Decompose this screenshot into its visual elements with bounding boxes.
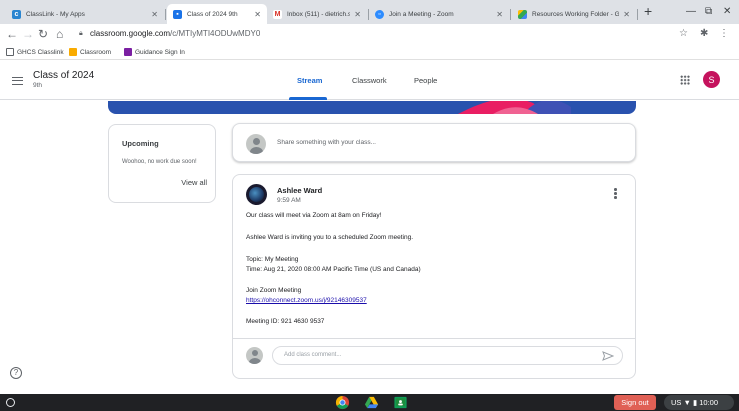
tab-separator [510,9,511,20]
address-bar[interactable]: classroom.google.com/c/MTIyMTI4ODUwMDY0 [90,29,260,38]
classlink-icon: c [12,9,21,19]
post-text-line: Join Zoom Meeting [246,287,302,294]
screen: c ClassLink - My Apps ✕ ▪ Class of 2024 … [0,0,739,411]
upcoming-title: Upcoming [122,139,159,148]
post-author: Ashlee Ward [277,186,323,195]
os-shelf: Sign out US ▼ ▮ 10:00 [0,394,739,411]
extensions-icon[interactable]: ✱ [700,28,708,39]
drive-icon [518,9,527,19]
comment-placeholder: Add class comment... [284,352,342,358]
tab-classroom[interactable]: ▪ Class of 2024 9th ✕ [167,4,267,24]
bookmarks-bar: GHCS Classlink Classroom Guidance Sign I… [0,46,739,60]
tab-classwork[interactable]: Classwork [352,76,387,85]
google-drive-icon[interactable] [364,395,379,410]
browser-tab-strip: c ClassLink - My Apps ✕ ▪ Class of 2024 … [0,0,739,24]
help-icon[interactable]: ? [10,367,22,379]
status-tray[interactable]: US ▼ ▮ 10:00 [664,395,734,410]
share-placeholder: Share something with your class... [277,139,376,146]
bookmark-classroom[interactable]: Classroom [69,48,111,56]
post-divider [233,338,635,339]
class-comment-input[interactable]: Add class comment... [272,346,623,365]
zoom-icon: ▫ [375,9,384,19]
browser-toolbar: ← → ↻ ⌂ 🔒︎ classroom.google.com/c/MTIyMT… [0,24,739,46]
announcement-post: Ashlee Ward 9:59 AM Our class will meet … [232,174,636,379]
classroom-icon [69,48,77,56]
new-tab-icon[interactable]: + [644,4,652,18]
google-apps-icon[interactable] [680,75,690,85]
tab-classlink[interactable]: c ClassLink - My Apps ✕ [6,4,164,24]
user-avatar-icon [246,347,263,364]
tab-zoom[interactable]: ▫ Join a Meeting - Zoom ✕ [369,4,509,24]
google-classroom-icon[interactable] [393,395,408,410]
lock-icon: 🔒︎ [79,30,83,37]
tab-gmail[interactable]: M Inbox (511) - dietrich.student@ ✕ [267,4,367,24]
class-banner [108,101,636,114]
home-icon[interactable]: ⌂ [56,27,63,41]
class-section: 9th [33,82,43,89]
launcher-icon[interactable] [6,398,15,407]
classroom-header: Class of 2024 9th Stream Classwork Peopl… [0,61,739,100]
class-title[interactable]: Class of 2024 [33,70,94,81]
sign-out-button[interactable]: Sign out [614,395,656,410]
close-icon[interactable]: ✕ [623,10,630,19]
post-time: 9:59 AM [277,197,301,204]
bookmark-star-icon[interactable]: ☆ [679,28,688,39]
chrome-icon[interactable] [335,395,350,410]
tab-people[interactable]: People [414,76,437,85]
close-icon[interactable]: ✕ [254,10,261,19]
bookmark-guidance-sign-in[interactable]: Guidance Sign In [124,48,185,56]
stream-content: Upcoming Woohoo, no work due soon! View … [0,101,739,389]
view-all-link[interactable]: View all [181,178,207,187]
gmail-icon: M [273,9,282,19]
share-box[interactable]: Share something with your class... [232,123,636,162]
back-icon[interactable]: ← [6,27,18,41]
tab-stream[interactable]: Stream [297,76,322,85]
restore-icon[interactable]: ⧉ [705,6,712,17]
close-icon[interactable]: ✕ [496,10,503,19]
browser-menu-icon[interactable]: ⋮ [719,28,729,39]
post-text-line: Ashlee Ward is inviting you to a schedul… [246,234,414,241]
close-icon[interactable]: ✕ [354,10,361,19]
tab-separator [637,9,638,20]
forward-icon[interactable]: → [22,27,34,41]
minimize-icon[interactable]: — [686,6,696,17]
post-text-line: Our class will meet via Zoom at 8am on F… [246,212,382,219]
upcoming-message: Woohoo, no work due soon! [122,159,197,165]
tab-separator [165,9,166,20]
active-tab-indicator [289,97,327,100]
more-options-icon[interactable] [614,188,617,200]
menu-icon[interactable] [12,77,23,85]
classroom-icon: ▪ [173,9,182,19]
zoom-meeting-link[interactable]: https://ohconnect.zoom.us/j/92146309537 [246,297,367,304]
post-text-line: Meeting ID: 921 4630 9537 [246,318,325,325]
post-text-line: Time: Aug 21, 2020 08:00 AM Pacific Time… [246,266,421,273]
bookmark-ghcs-classlink[interactable]: GHCS Classlink [6,48,64,56]
user-avatar-icon [246,134,266,154]
upcoming-card: Upcoming Woohoo, no work due soon! View … [108,124,216,203]
send-icon[interactable] [602,351,614,361]
forms-icon [124,48,132,56]
account-avatar[interactable]: S [703,71,720,88]
banner-illustration [458,101,571,114]
window-close-icon[interactable]: ✕ [723,6,731,17]
tab-drive[interactable]: Resources Working Folder - Goo ✕ [512,4,636,24]
folder-icon [6,48,14,56]
close-icon[interactable]: ✕ [151,10,158,19]
post-text-line: Topic: My Meeting [246,256,299,263]
author-avatar [246,184,267,205]
reload-icon[interactable]: ↻ [38,27,48,41]
